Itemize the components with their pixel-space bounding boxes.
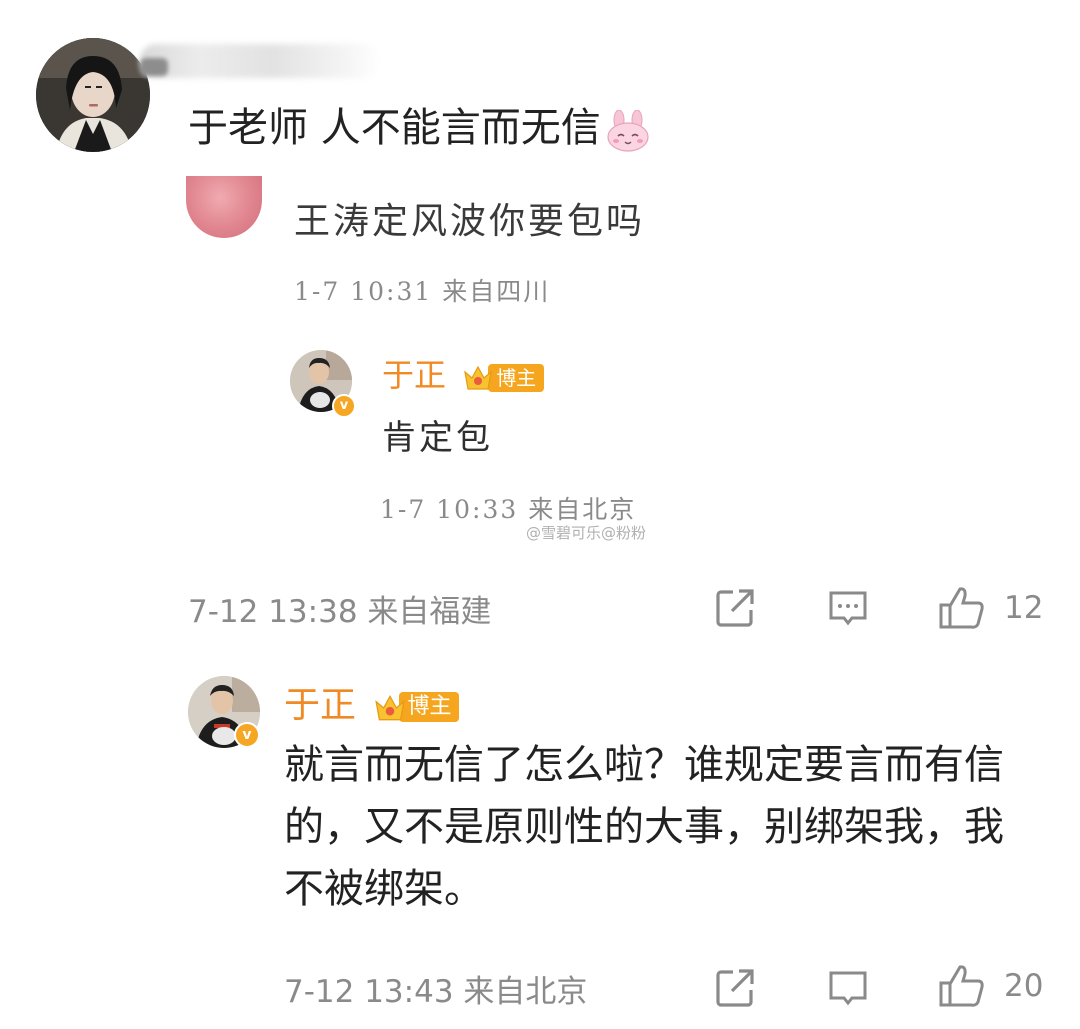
share-icon bbox=[716, 969, 754, 1007]
comment-meta: 7-12 13:38 来自福建 bbox=[188, 586, 491, 631]
reply-like-count: 20 bbox=[1004, 968, 1044, 1004]
bunny-emoji-icon bbox=[605, 109, 651, 152]
blogger-badge: 博主 bbox=[373, 691, 460, 723]
commenter-avatar[interactable] bbox=[36, 38, 150, 152]
embedded-comment-text: 王涛定风波你要包吗 bbox=[294, 201, 646, 242]
blogger-badge: 博主 bbox=[462, 362, 545, 394]
reply-text: 就言而无信了怎么啦？谁规定要言而有信的，又不是原则性的大事，别绑架我，我不被绑架… bbox=[284, 742, 1004, 912]
embedded-reply-header: 于正 博主 bbox=[382, 350, 545, 396]
reply-location: 来自北京 bbox=[463, 974, 588, 1010]
reply-header: 于正 博主 bbox=[284, 676, 460, 728]
embedded-screenshot[interactable]: 王涛定风波你要包吗 1-7 10:31 来自四川 v 于正 博主 肯定包 1-7… bbox=[186, 176, 686, 546]
like-icon bbox=[939, 587, 984, 629]
comment-content: 于老师 人不能言而无信 bbox=[188, 98, 651, 158]
reply-author[interactable]: 于正 bbox=[284, 685, 356, 726]
verified-v-icon: v bbox=[332, 394, 356, 418]
embedded-comment-meta: 1-7 10:31 来自四川 bbox=[294, 277, 551, 306]
share-button[interactable] bbox=[713, 586, 757, 630]
comment-text: 于老师 人不能言而无信 bbox=[188, 105, 601, 151]
reply-comment-button[interactable] bbox=[826, 966, 870, 1010]
commenter-name-blurred bbox=[140, 44, 380, 78]
commenter-name-blurred-edge bbox=[140, 58, 168, 76]
reply-like-button[interactable]: 20 bbox=[938, 962, 1043, 1010]
embedded-reply-text: 肯定包 bbox=[382, 418, 493, 458]
embedded-commenter-avatar bbox=[186, 176, 262, 238]
share-icon bbox=[716, 589, 754, 627]
blogger-badge-label: 博主 bbox=[488, 363, 545, 392]
comment-button[interactable] bbox=[826, 586, 870, 630]
like-count: 12 bbox=[1004, 590, 1044, 626]
reply-share-button[interactable] bbox=[713, 966, 757, 1010]
like-icon bbox=[939, 965, 984, 1007]
comment-icon bbox=[829, 591, 867, 626]
comment-date: 7-12 13:38 bbox=[188, 594, 358, 630]
comment-icon bbox=[829, 971, 867, 1006]
embedded-reply-author: 于正 bbox=[382, 356, 447, 394]
like-button[interactable]: 12 bbox=[938, 584, 1043, 632]
crown-icon bbox=[462, 363, 494, 393]
reply-date: 7-12 13:43 bbox=[284, 974, 454, 1010]
verified-v-icon: v bbox=[234, 722, 260, 748]
comment-location: 来自福建 bbox=[367, 594, 492, 630]
blogger-badge-label: 博主 bbox=[399, 692, 460, 722]
watermark: @雪碧可乐@粉粉 bbox=[526, 524, 647, 542]
crown-icon bbox=[373, 692, 406, 722]
embedded-reply-meta: 1-7 10:33 来自北京 bbox=[380, 495, 637, 524]
reply-meta: 7-12 13:43 来自北京 bbox=[284, 966, 587, 1011]
